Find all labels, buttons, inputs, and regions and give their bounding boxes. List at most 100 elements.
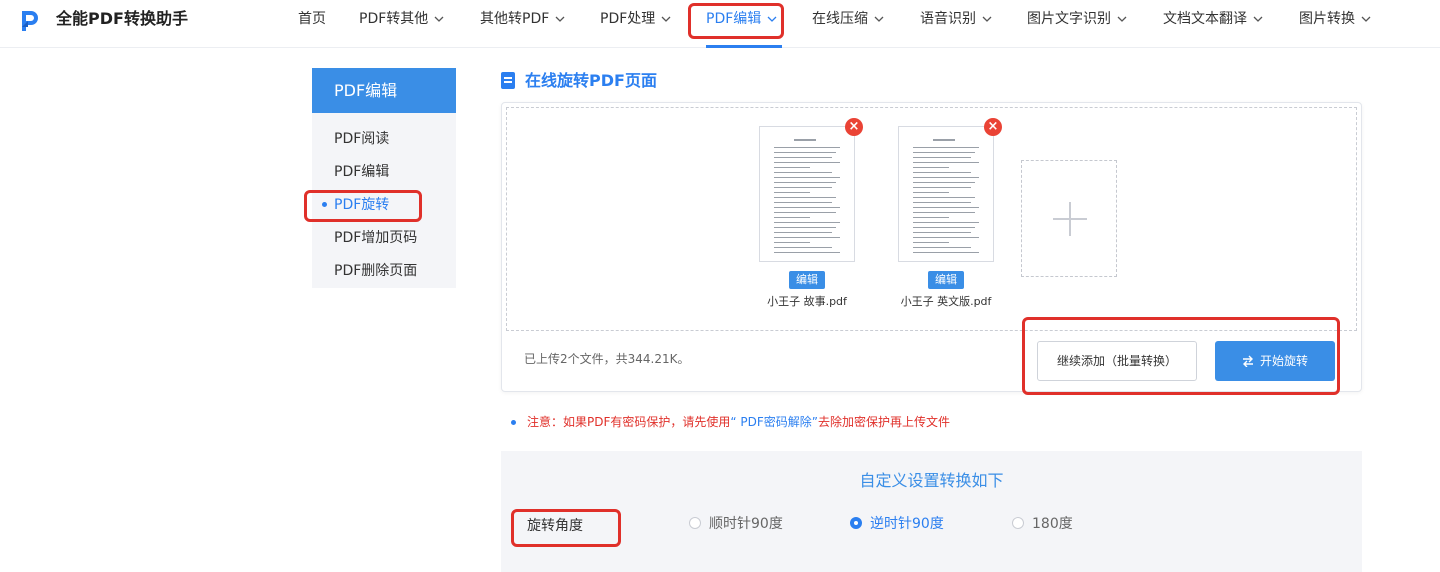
nav-speech-recognition[interactable]: 语音识别 <box>920 9 992 29</box>
chevron-down-icon <box>982 16 992 22</box>
radio-circle <box>1012 516 1024 529</box>
section-title: 在线旋转PDF页面 <box>525 71 657 90</box>
doc-text-line <box>913 192 949 193</box>
chevron-down-icon <box>555 16 565 22</box>
active-nav-underline <box>706 45 782 48</box>
doc-text-line <box>913 152 975 153</box>
continue-add-button[interactable]: 继续添加（批量转换） <box>1037 341 1197 381</box>
doc-text-line <box>913 177 979 178</box>
add-file-box[interactable] <box>1021 160 1117 277</box>
nav-label: 图片文字识别 <box>1027 11 1111 27</box>
radio-counterclockwise-90[interactable]: 逆时针90度 <box>850 514 944 534</box>
doc-text-line <box>774 222 840 223</box>
app-logo-icon[interactable] <box>14 6 44 36</box>
radio-circle <box>689 516 701 529</box>
sidebar-item-pdf-rotate[interactable]: PDF旋转 <box>334 195 389 215</box>
doc-text-line <box>913 172 971 173</box>
nav-label: 文档文本翻译 <box>1163 11 1247 27</box>
doc-text-line <box>774 192 810 193</box>
radio-label: 逆时针90度 <box>870 516 944 532</box>
nav-pdf-to-other[interactable]: PDF转其他 <box>359 9 444 29</box>
chevron-down-icon <box>661 16 671 22</box>
doc-title-line <box>933 139 955 141</box>
doc-text-line <box>913 162 979 163</box>
chevron-down-icon <box>1117 16 1127 22</box>
doc-text-line <box>774 177 840 178</box>
file-thumbnail[interactable] <box>898 126 994 262</box>
doc-text-line <box>774 212 836 213</box>
doc-text-line <box>913 167 949 168</box>
doc-text-line <box>774 207 840 208</box>
doc-text-line <box>774 252 840 253</box>
doc-text-line <box>913 157 971 158</box>
doc-text-line <box>774 182 836 183</box>
rotation-angle-label: 旋转角度 <box>527 518 583 534</box>
delete-file-icon[interactable]: × <box>845 118 863 136</box>
note-bullet-icon <box>511 420 516 425</box>
upload-status: 已上传2个文件，共344.21K。 <box>524 352 690 366</box>
doc-text-line <box>774 152 836 153</box>
doc-text-line <box>913 247 971 248</box>
radio-label: 顺时针90度 <box>709 516 783 532</box>
pdf-unlock-link[interactable]: “ PDF密码解除” <box>730 415 818 429</box>
nav-home[interactable]: 首页 <box>298 9 326 29</box>
chevron-down-icon <box>434 16 444 22</box>
nav-image-ocr[interactable]: 图片文字识别 <box>1027 9 1127 29</box>
edit-file-button[interactable]: 编辑 <box>789 271 825 289</box>
nav-other-to-pdf[interactable]: 其他转PDF <box>480 9 565 29</box>
sidebar-item-pdf-edit[interactable]: PDF编辑 <box>334 162 389 182</box>
doc-text-line <box>774 242 810 243</box>
start-button-label: 开始旋转 <box>1259 354 1308 368</box>
chevron-down-icon <box>1253 16 1263 22</box>
nav-label: 图片转换 <box>1299 11 1355 27</box>
doc-text-line <box>913 222 979 223</box>
nav-label: 语音识别 <box>920 11 976 27</box>
document-icon <box>501 72 515 89</box>
radio-180[interactable]: 180度 <box>1012 514 1073 534</box>
chevron-down-icon <box>874 16 884 22</box>
delete-file-icon[interactable]: × <box>984 118 1002 136</box>
sidebar-item-pdf-read[interactable]: PDF阅读 <box>334 129 389 149</box>
sidebar-item-pdf-delete-page[interactable]: PDF删除页面 <box>334 261 417 281</box>
doc-title-line <box>794 139 816 141</box>
sidebar-title: PDF编辑 <box>312 68 456 113</box>
file-thumbnail[interactable] <box>759 126 855 262</box>
doc-text-line <box>913 217 949 218</box>
doc-text-line <box>774 237 840 238</box>
doc-text-line <box>774 187 832 188</box>
start-rotate-button[interactable]: 开始旋转 <box>1215 341 1335 381</box>
radio-clockwise-90[interactable]: 顺时针90度 <box>689 514 783 534</box>
radio-circle <box>850 516 862 529</box>
radio-label: 180度 <box>1032 516 1073 532</box>
doc-text-line <box>913 227 975 228</box>
nav-image-convert[interactable]: 图片转换 <box>1299 9 1371 29</box>
doc-text-line <box>774 227 836 228</box>
note-suffix: 去除加密保护再上传文件 <box>818 415 951 429</box>
doc-text-line <box>774 162 840 163</box>
nav-online-compress[interactable]: 在线压缩 <box>812 9 884 29</box>
nav-doc-translate[interactable]: 文档文本翻译 <box>1163 9 1263 29</box>
swap-arrows-icon <box>1242 355 1253 367</box>
doc-text-line <box>774 147 840 148</box>
doc-text-line <box>774 157 832 158</box>
doc-text-line <box>913 242 949 243</box>
sidebar-item-pdf-add-page-number[interactable]: PDF增加页码 <box>334 228 417 248</box>
doc-text-line <box>913 252 979 253</box>
doc-text-line <box>913 207 979 208</box>
doc-text-line <box>913 182 975 183</box>
doc-text-line <box>774 172 832 173</box>
password-note: 注意：如果PDF有密码保护，请先使用“ PDF密码解除”去除加密保护再上传文件 <box>527 413 950 431</box>
doc-text-line <box>913 187 971 188</box>
doc-text-line <box>774 197 836 198</box>
note-prefix: 注意：如果PDF有密码保护，请先使用 <box>527 415 731 429</box>
nav-label: PDF编辑 <box>706 11 762 27</box>
doc-text-line <box>774 202 832 203</box>
doc-text-line <box>913 212 975 213</box>
nav-pdf-process[interactable]: PDF处理 <box>600 9 671 29</box>
brand-name[interactable]: 全能PDF转换助手 <box>56 8 188 30</box>
edit-file-button[interactable]: 编辑 <box>928 271 964 289</box>
file-name: 小王子 故事.pdf <box>767 295 847 308</box>
doc-text-line <box>913 237 979 238</box>
doc-text-line <box>774 247 832 248</box>
nav-pdf-edit[interactable]: PDF编辑 <box>706 9 777 29</box>
